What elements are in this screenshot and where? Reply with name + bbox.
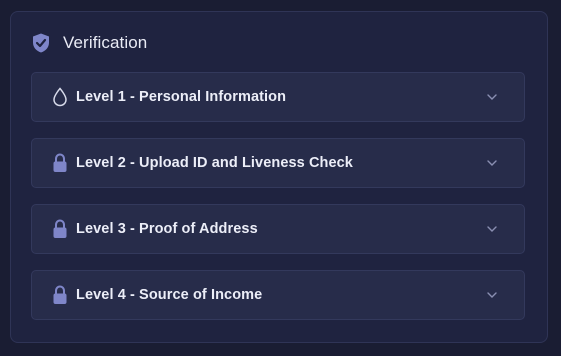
level-4-label: Level 4 - Source of Income [76,287,263,303]
level-2-label: Level 2 - Upload ID and Liveness Check [76,155,353,171]
level-2-row[interactable]: Level 2 - Upload ID and Liveness Check [31,138,525,188]
panel-header: Verification [31,30,147,56]
chevron-down-icon[interactable] [486,290,498,300]
chevron-down-icon[interactable] [486,224,498,234]
level-1-label: Level 1 - Personal Information [76,89,287,105]
shield-check-icon [31,32,51,54]
level-1-row[interactable]: Level 1 - Personal Information [31,72,525,122]
panel-title: Verification [63,33,148,52]
level-3-row[interactable]: Level 3 - Proof of Address [31,204,525,254]
drop-icon [50,85,70,109]
lock-icon [50,217,70,241]
lock-icon [50,283,70,307]
chevron-down-icon[interactable] [486,158,498,168]
lock-icon [50,151,70,175]
level-4-row[interactable]: Level 4 - Source of Income [31,270,525,320]
verification-panel: Verification Level 1 - Personal Informat… [10,11,548,343]
chevron-down-icon[interactable] [486,92,498,102]
level-3-label: Level 3 - Proof of Address [76,221,258,237]
